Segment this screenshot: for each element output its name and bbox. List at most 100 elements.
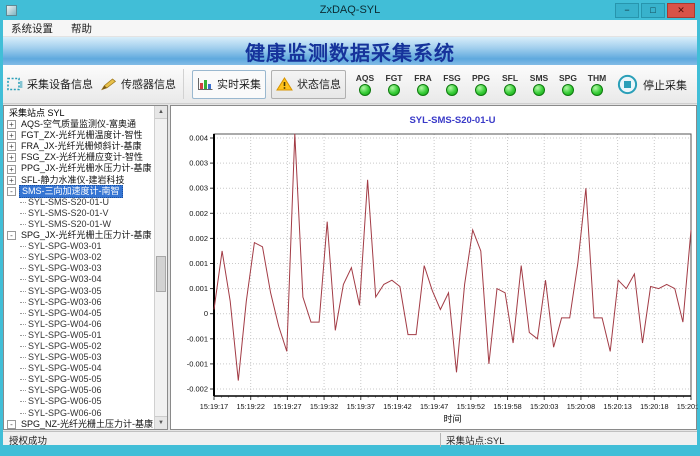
tree-leaf-label[interactable]: SYL-SPG-W03-03 [28,263,102,274]
tree-connector [20,279,26,280]
tree-leaf[interactable]: SYL-SPG-W05-02 [7,341,154,352]
expand-icon[interactable]: + [7,153,16,162]
tree-leaf-label[interactable]: SYL-SPG-W06-06 [28,408,102,419]
tree-leaf[interactable]: SYL-SMS-S20-01-W [7,219,154,230]
tree-node[interactable]: -SMS-三向加速度计-南智 [7,186,154,197]
expand-icon[interactable]: + [7,142,16,151]
sensor-info-button[interactable]: 传感器信息 [97,72,180,96]
tree-scrollbar[interactable]: ▲ ▼ [154,106,167,429]
scroll-down-icon[interactable]: ▼ [155,416,167,429]
tree-leaf[interactable]: SYL-SPG-W05-05 [7,374,154,385]
tree-leaf-label[interactable]: SYL-SPG-W03-04 [28,274,102,285]
tree-node-label[interactable]: AQS-空气质量监测仪-富奥通 [19,119,138,130]
tree-leaf[interactable]: SYL-SPG-W04-05 [7,308,154,319]
tree-connector [20,346,26,347]
tree-leaf-label[interactable]: SYL-SPG-W03-02 [28,252,102,263]
tree-leaf[interactable]: SYL-SPG-W03-01 [7,241,154,252]
minimize-button[interactable]: − [615,3,639,18]
menu-item-system-settings[interactable]: 系统设置 [11,21,53,36]
maximize-button[interactable]: □ [641,3,665,18]
tree-leaf-label[interactable]: SYL-SMS-S20-01-U [28,197,109,208]
tree-leaf[interactable]: SYL-SPG-W04-06 [7,319,154,330]
y-tick-label: 0.004 [189,134,208,143]
tree-leaf[interactable]: SYL-SMS-S20-01-U [7,197,154,208]
tree-node[interactable]: +PPG_JX-光纤光栅水压力计-基康 [7,163,154,174]
collapse-icon[interactable]: - [7,187,16,196]
y-tick-label: 0.001 [189,284,208,293]
tree-leaf[interactable]: SYL-SPG-W05-03 [7,352,154,363]
tree-leaf-label[interactable]: SYL-SPG-W05-05 [28,374,102,385]
tree-node[interactable]: +AQS-空气质量监测仪-富奥通 [7,119,154,130]
tree-node[interactable]: -SPG_JX-光纤光栅土压力计-基康 [7,230,154,241]
tree-node-label[interactable]: PPG_JX-光纤光栅水压力计-基康 [19,163,154,174]
expand-icon[interactable]: + [7,120,16,129]
tree-leaf-label[interactable]: SYL-SPG-W05-03 [28,352,102,363]
titlebar[interactable]: ZxDAQ-SYL − □ ✕ [3,0,697,20]
realtime-acquire-button[interactable]: 实时采集 [192,70,266,99]
tree-leaf[interactable]: SYL-SPG-W03-02 [7,252,154,263]
tree-node[interactable]: +FGT_ZX-光纤光栅温度计-智性 [7,130,154,141]
tree-node[interactable]: -SPG_NZ-光纤光栅土压力计-基康 [7,419,154,430]
tree-leaf[interactable]: SYL-SPG-W05-01 [7,330,154,341]
tree-connector [20,257,26,258]
chart-panel: 0.0040.0030.0030.0020.0020.0010.0010-0.0… [170,105,697,430]
indicator-PPG: PPG [468,73,494,96]
chart-title: SYL-SMS-S20-01-U [409,115,495,126]
tree-node-label[interactable]: SPG_JX-光纤光栅土压力计-基康 [19,230,154,241]
tree-leaf[interactable]: SYL-SPG-W03-06 [7,297,154,308]
tree-node[interactable]: +FSG_ZX-光纤光栅应变计-智性 [7,152,154,163]
tree-leaf[interactable]: SYL-SPG-W06-06 [7,408,154,419]
tree-leaf[interactable]: SYL-SPG-W06-05 [7,396,154,407]
close-button[interactable]: ✕ [667,3,695,18]
scroll-up-icon[interactable]: ▲ [155,106,167,119]
tree-leaf-label[interactable]: SYL-SPG-W05-01 [28,330,102,341]
tree-leaf-label[interactable]: SYL-SPG-W04-05 [28,308,102,319]
stop-acquire-button[interactable]: 停止采集 [617,74,687,95]
x-tick-label: 15:19:58 [493,402,521,411]
tree-node[interactable]: +FRA_JX-光纤光栅倾斜计-基康 [7,141,154,152]
y-tick-label: -0.001 [187,359,208,368]
tree-leaf-label[interactable]: SYL-SPG-W05-02 [28,341,102,352]
indicator-label: SFL [502,73,518,83]
tree-leaf[interactable]: SYL-SPG-W03-03 [7,263,154,274]
tree-leaf-label[interactable]: SYL-SMS-S20-01-V [28,208,109,219]
indicator-FRA: FRA [410,73,436,96]
status-light-icon [504,84,516,96]
tree-root[interactable]: 采集站点 SYL [7,108,154,119]
indicator-label: SPG [559,73,577,83]
tree-leaf-label[interactable]: SYL-SPG-W05-04 [28,363,102,374]
tree-node-label[interactable]: FGT_ZX-光纤光栅温度计-智性 [19,130,145,141]
collapse-icon[interactable]: - [7,420,16,429]
expand-icon[interactable]: + [7,176,16,185]
tree-leaf-label[interactable]: SYL-SPG-W04-06 [28,319,102,330]
device-info-button[interactable]: 采集设备信息 [3,72,97,96]
expand-icon[interactable]: + [7,131,16,140]
tree-leaf-label[interactable]: SYL-SPG-W03-01 [28,241,102,252]
status-info-button[interactable]: 状态信息 [271,70,346,99]
tree-leaf[interactable]: SYL-SPG-W05-04 [7,363,154,374]
tree-leaf-label[interactable]: SYL-SMS-S20-01-W [28,219,111,230]
tree-leaf[interactable]: SYL-SPG-W05-06 [7,385,154,396]
tree-connector [20,313,26,314]
tree-connector [20,413,26,414]
status-light-icon [388,84,400,96]
tree-leaf-label[interactable]: SYL-SPG-W03-05 [28,286,102,297]
station-tree-panel: 采集站点 SYL+AQS-空气质量监测仪-富奥通+FGT_ZX-光纤光栅温度计-… [3,105,168,430]
expand-icon[interactable]: + [7,165,16,174]
collapse-icon[interactable]: - [7,231,16,240]
tree-leaf[interactable]: SYL-SMS-S20-01-V [7,208,154,219]
tree-node-label[interactable]: FRA_JX-光纤光栅倾斜计-基康 [19,141,144,152]
x-tick-label: 15:19:27 [273,402,301,411]
scroll-thumb[interactable] [156,256,166,292]
tree-node-label[interactable]: SPG_NZ-光纤光栅土压力计-基康 [19,419,155,430]
tree-leaf[interactable]: SYL-SPG-W03-04 [7,274,154,285]
tree-leaf[interactable]: SYL-SPG-W03-05 [7,286,154,297]
tree-leaf-label[interactable]: SYL-SPG-W03-06 [28,297,102,308]
menu-item-help[interactable]: 帮助 [71,21,92,36]
tree-node-label[interactable]: FSG_ZX-光纤光栅应变计-智性 [19,152,145,163]
x-tick-label: 15:19:42 [383,402,411,411]
x-tick-label: 15:20:13 [603,402,631,411]
tree-connector [20,246,26,247]
tree-leaf-label[interactable]: SYL-SPG-W05-06 [28,385,102,396]
tree-leaf-label[interactable]: SYL-SPG-W06-05 [28,396,102,407]
